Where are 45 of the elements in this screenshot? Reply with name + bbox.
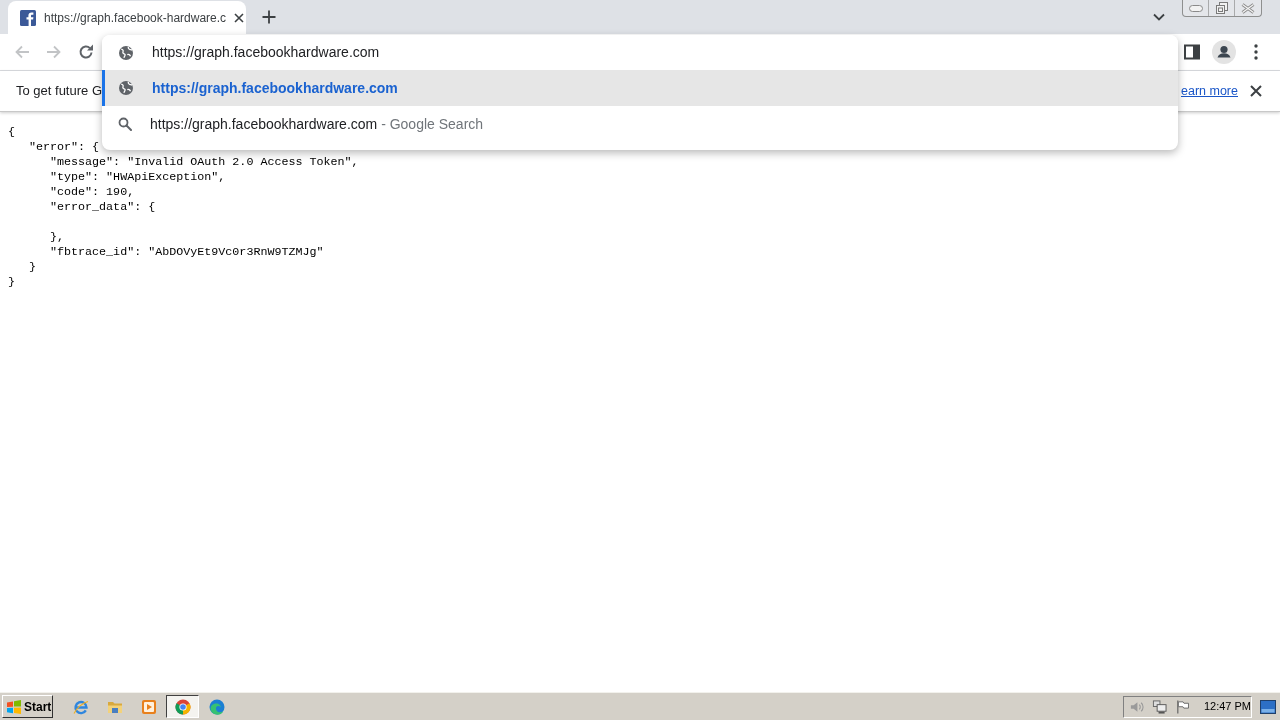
json-line: "code": 190, xyxy=(50,185,135,200)
chevron-down-icon xyxy=(1153,13,1165,21)
globe-icon xyxy=(118,80,134,96)
clock-time: 12:47 PM xyxy=(1203,699,1251,715)
arrow-left-icon xyxy=(14,44,30,60)
desktop-icon xyxy=(1260,699,1276,714)
browser-icon xyxy=(208,698,225,715)
json-line: "fbtrace_id": "AbDOVyEt9Vc0r3RnW9TZMJg" xyxy=(50,245,324,260)
learn-more-link[interactable]: earn more xyxy=(1181,81,1238,101)
taskbar-app-button[interactable] xyxy=(166,695,199,718)
json-line: "message": "Invalid OAuth 2.0 Access Token", xyxy=(50,155,359,170)
json-line: "error": { xyxy=(29,140,100,155)
media-player-icon xyxy=(140,698,157,715)
info-message: To get future G xyxy=(16,82,102,101)
close-icon xyxy=(234,12,245,23)
json-line: } xyxy=(29,260,36,275)
side-panel-icon xyxy=(1184,44,1200,60)
json-line: } xyxy=(8,275,15,290)
browser-icon xyxy=(72,698,89,715)
plus-icon xyxy=(262,10,276,24)
close-icon xyxy=(1250,85,1262,97)
json-line: }, xyxy=(50,230,65,245)
arrow-right-icon xyxy=(46,44,62,60)
site-favicon-icon xyxy=(20,9,36,26)
show-desktop-button[interactable] xyxy=(1260,699,1276,714)
search-icon xyxy=(118,117,132,131)
start-button[interactable]: Start xyxy=(2,695,53,718)
json-line: "error_data": { xyxy=(50,200,156,215)
browser-icon xyxy=(174,698,191,715)
browser-tab[interactable]: https://graph.facebook-hardware.c xyxy=(8,1,246,34)
restore-icon xyxy=(1215,2,1228,14)
start-logo-icon xyxy=(6,698,22,715)
menu-icon xyxy=(1254,44,1258,60)
address-field[interactable]: https://graph.facebookhardware.com xyxy=(102,35,1178,70)
network-icon[interactable] xyxy=(1151,698,1167,715)
suggestion-item[interactable]: https://graph.facebookhardware.com - Google Search xyxy=(102,106,1178,142)
json-line: { xyxy=(8,125,15,140)
profile-button[interactable] xyxy=(1210,38,1238,66)
globe-icon xyxy=(118,44,134,61)
suggestion-item[interactable]: https://graph.facebookhardware.com xyxy=(102,70,1178,106)
flag-icon[interactable] xyxy=(1174,698,1190,715)
avatar-icon xyxy=(1212,40,1236,64)
json-line: "type": "HWApiException", xyxy=(50,170,226,185)
reload-icon xyxy=(78,44,94,60)
minimize-icon xyxy=(1188,4,1203,12)
